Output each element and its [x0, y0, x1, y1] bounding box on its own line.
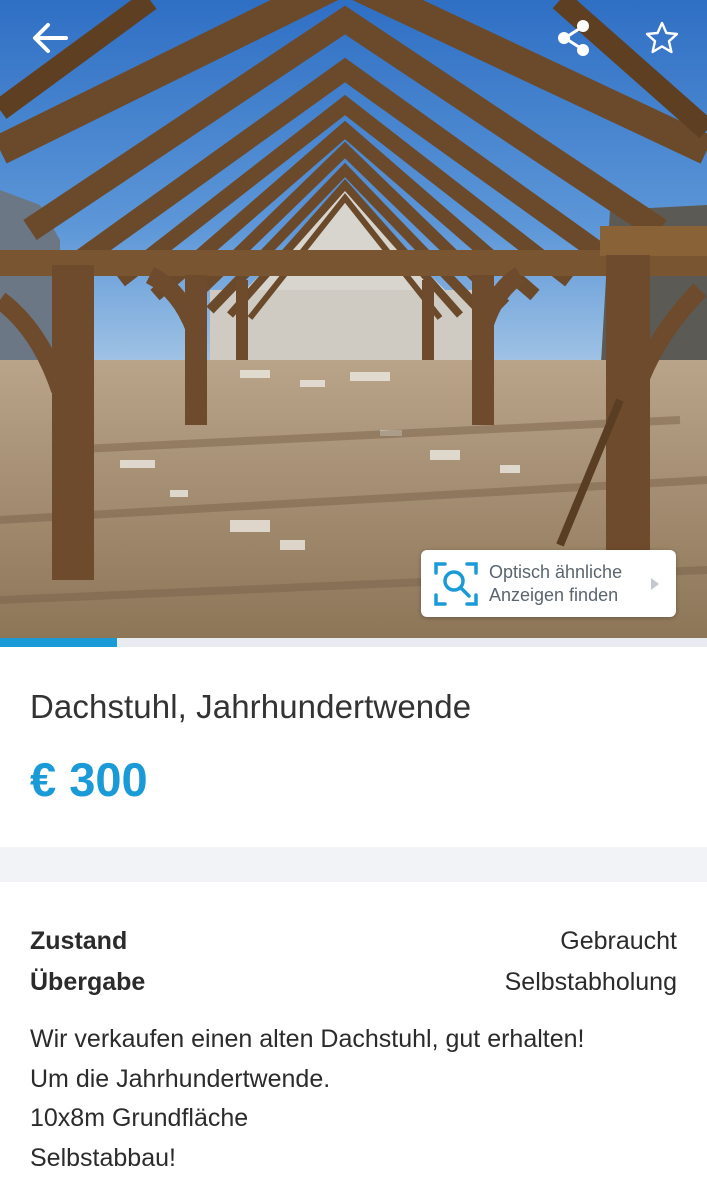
detail-label: Übergabe [30, 967, 146, 996]
listing-description: Wir verkaufen einen alten Dachstuhl, gut… [30, 1020, 690, 1178]
section-divider [0, 847, 707, 882]
description-line: Wir verkaufen einen alten Dachstuhl, gut… [30, 1025, 585, 1053]
chevron-right-icon [651, 577, 659, 590]
visual-search-icon [434, 561, 478, 606]
detail-value: Gebraucht [560, 926, 677, 955]
description-line: Um die Jahrhundertwende. [30, 1064, 331, 1093]
visual-search-line1: Optisch ähnliche [489, 561, 623, 582]
share-button[interactable] [550, 14, 598, 62]
star-outline-icon [645, 21, 679, 54]
favorite-button[interactable] [638, 14, 686, 62]
visual-search-label: Optisch ähnliche Anzeigen finden [489, 561, 648, 607]
arrow-left-icon [33, 23, 68, 53]
description-line: 10x8m Grundfläche [30, 1104, 249, 1132]
roof-truss-photo [0, 0, 707, 638]
back-button[interactable] [26, 14, 74, 62]
listing-price: € 300 [30, 753, 148, 806]
description-line: Selbstabbau! [30, 1143, 176, 1172]
gallery-progress-track [0, 638, 707, 647]
gallery-progress-fill [0, 638, 117, 647]
listing-title: Dachstuhl, Jahrhundertwende [30, 688, 472, 725]
detail-row-handover: Übergabe Selbstabholung [30, 966, 677, 998]
detail-label: Zustand [30, 926, 128, 955]
share-icon [558, 20, 589, 56]
listing-photo[interactable]: Optisch ähnliche Anzeigen finden [0, 0, 707, 638]
detail-row-condition: Zustand Gebraucht [30, 925, 677, 957]
visual-search-line2: Anzeigen finden [489, 584, 619, 605]
detail-value: Selbstabholung [504, 967, 677, 996]
visual-search-button[interactable]: Optisch ähnliche Anzeigen finden [421, 550, 676, 617]
